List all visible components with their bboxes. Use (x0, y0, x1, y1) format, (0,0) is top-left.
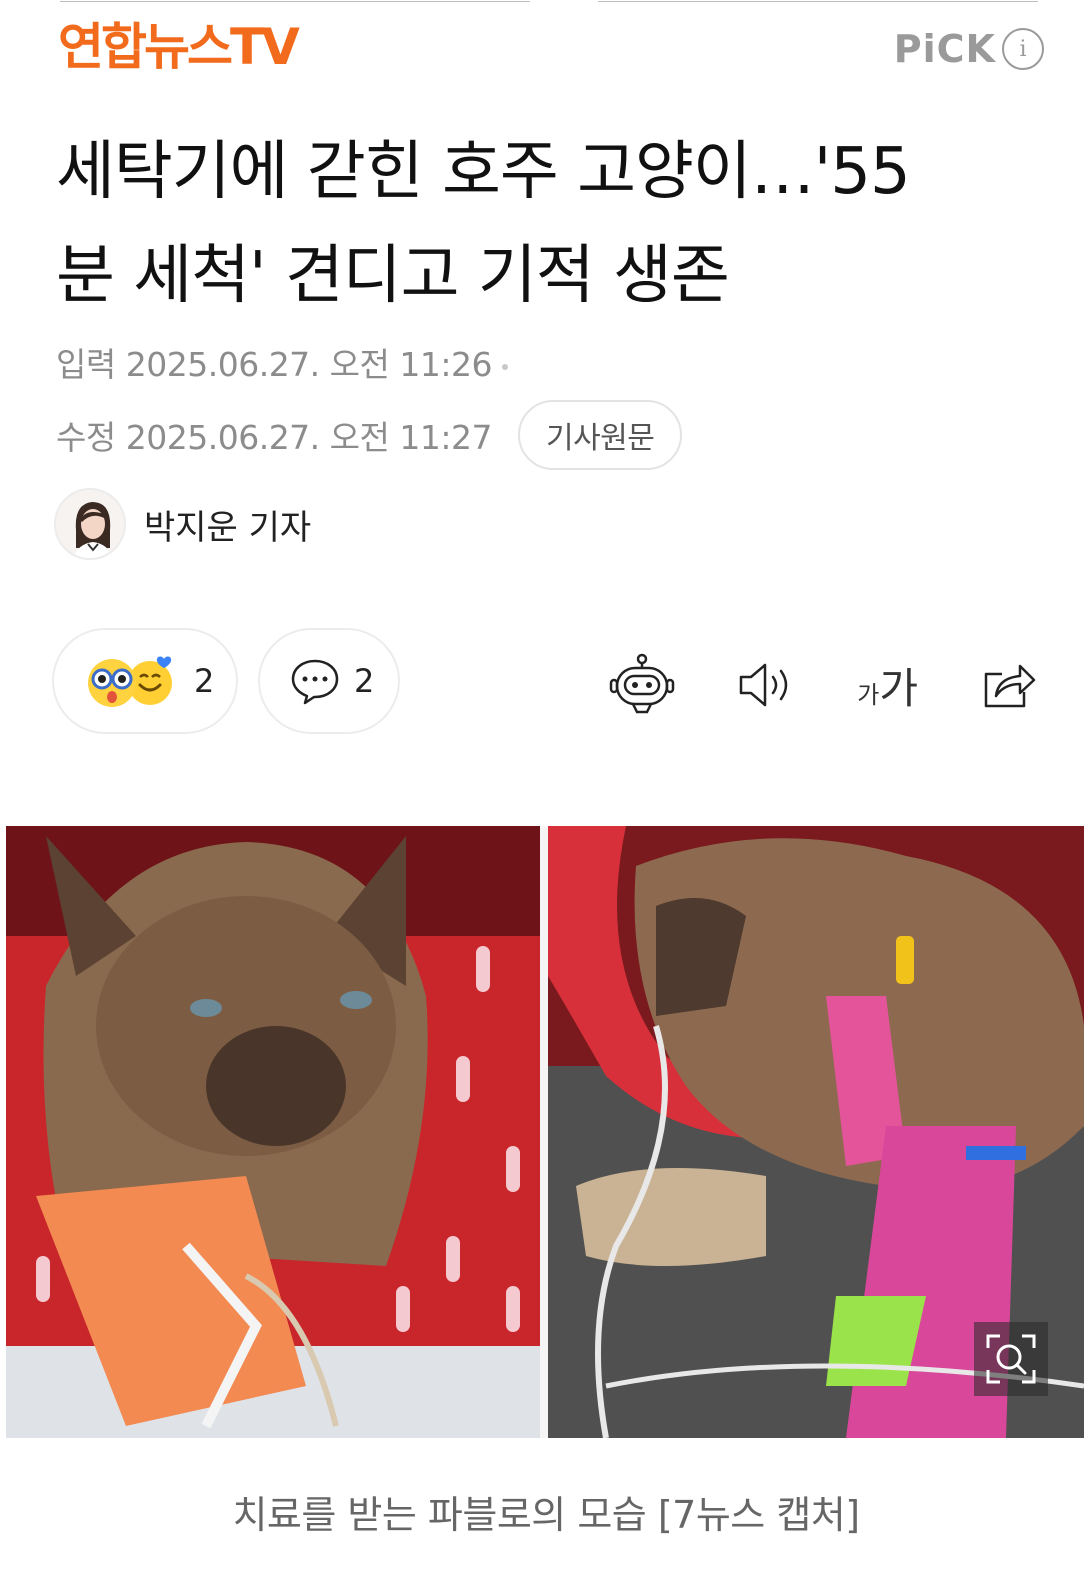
headline-line-2: 분 세척' 견디고 기적 생존 (56, 239, 730, 313)
info-icon[interactable]: i (1002, 28, 1044, 70)
article-toolbar: 가가 (547, 640, 1036, 730)
edit-datetime: 수정 2025.06.27. 오전 11:27 기사원문 (56, 400, 683, 470)
summary-bot-icon (610, 653, 675, 714)
cat-treatment-image (6, 826, 1084, 1438)
reporter-name[interactable]: 박지운 기자 (144, 500, 311, 549)
separator-dot (501, 363, 508, 370)
edit-datetime-value: 2025.06.27. 오전 11:27 (125, 418, 493, 457)
pick-label: PiCK (893, 27, 996, 71)
photo-caption: 치료를 받는 파블로의 모습 [7뉴스 캡처] (232, 1493, 860, 1537)
comment-button[interactable]: 2 (258, 628, 400, 734)
font-size-icon: 가가 (857, 655, 918, 716)
reporter-info[interactable]: 박지운 기자 (54, 488, 311, 560)
pick-badge[interactable]: PiCK i (894, 24, 1044, 74)
input-datetime-value: 2025.06.27. 오전 11:26 (125, 345, 493, 384)
reaction-count: 2 (194, 662, 215, 700)
summary-bot-button[interactable] (609, 652, 675, 718)
input-label: 입력 (56, 345, 116, 384)
edit-label: 수정 (56, 418, 116, 457)
press-logo[interactable]: 연합뉴스TV (58, 14, 300, 80)
headline-line-1: 세탁기에 갇힌 호주 고양이…'55 (56, 135, 911, 209)
reporter-avatar (54, 488, 126, 560)
tts-button[interactable] (737, 661, 795, 709)
reaction-emoji-icon (88, 656, 172, 707)
font-large-glyph: 가 (879, 663, 918, 713)
zoom-icon (986, 1334, 1036, 1384)
share-icon (984, 664, 1036, 708)
article-headline: 세탁기에 갇힌 호주 고양이…'55 분 세척' 견디고 기적 생존 (56, 120, 1046, 328)
comment-icon (291, 659, 339, 705)
share-button[interactable] (980, 660, 1036, 710)
speaker-icon (740, 663, 788, 707)
article-header: 연합뉴스TV PiCK i (58, 14, 1044, 84)
input-datetime: 입력 2025.06.27. 오전 11:26 (56, 338, 508, 386)
comment-count: 2 (354, 662, 375, 700)
font-small-glyph: 가 (857, 680, 880, 709)
reaction-button[interactable]: 2 (52, 628, 238, 734)
original-article-button[interactable]: 기사원문 (517, 400, 683, 470)
zoom-button[interactable] (974, 1322, 1048, 1396)
article-photo[interactable] (6, 826, 1084, 1438)
top-divider (0, 0, 1092, 4)
font-size-button[interactable]: 가가 (857, 655, 918, 716)
